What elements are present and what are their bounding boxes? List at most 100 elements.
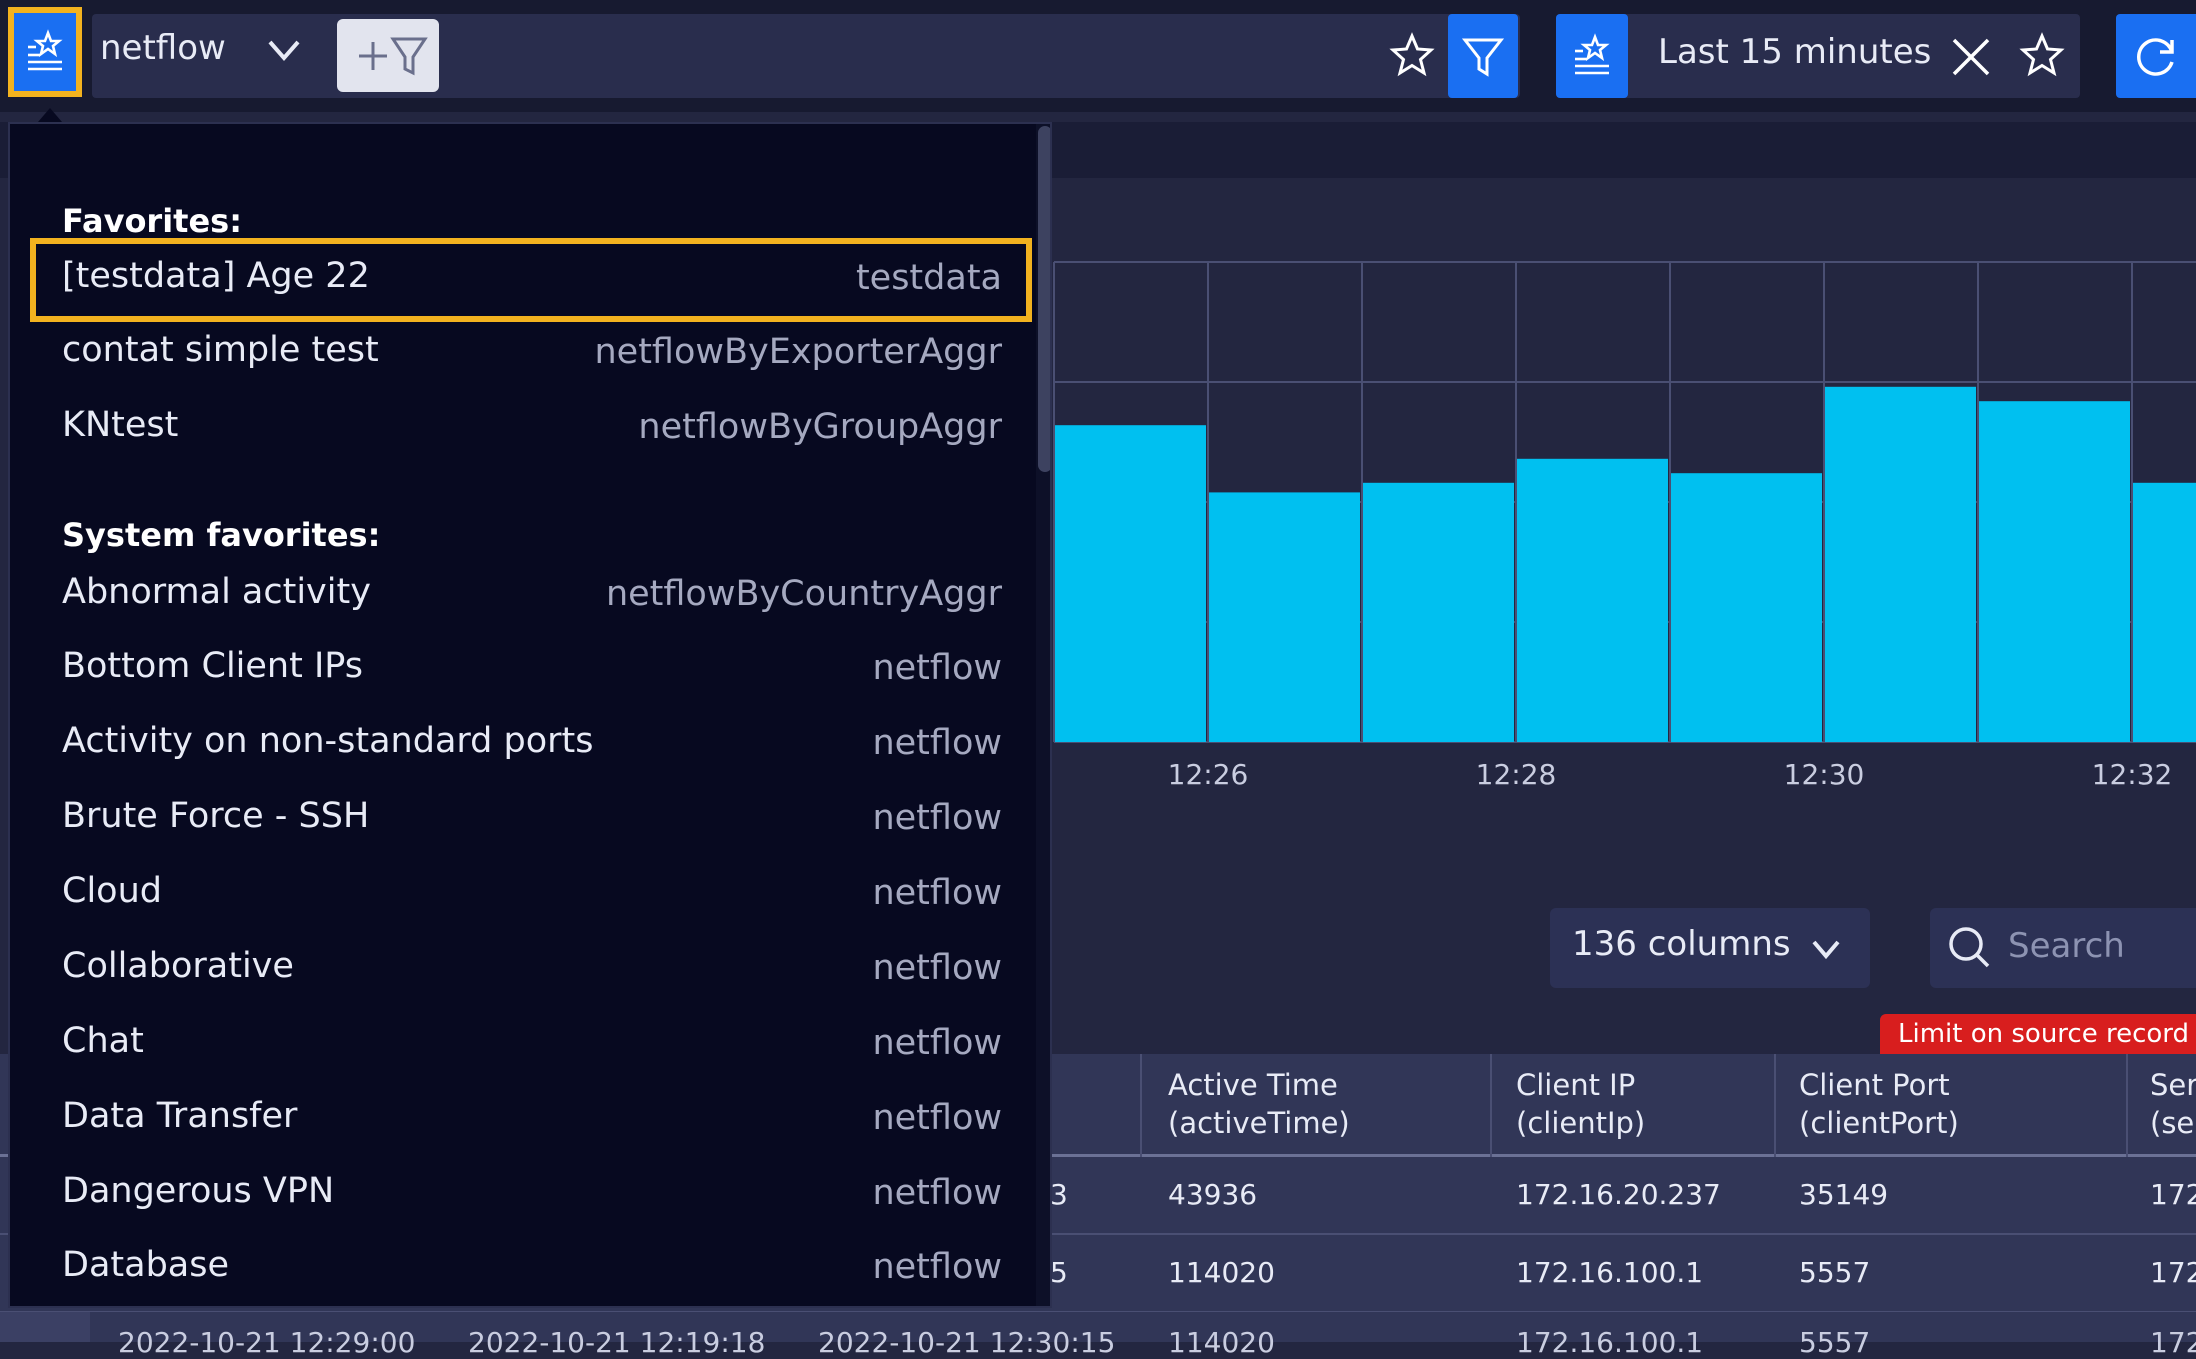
table-cell: 5557	[1799, 1256, 1871, 1289]
favorite-item[interactable]: contat simple test netflowByExporterAggr	[36, 318, 1026, 390]
add-filter-button[interactable]	[337, 19, 439, 92]
search-icon	[1949, 927, 1990, 968]
system-favorite-item[interactable]: Activity on non-standard ports netflow	[36, 709, 1026, 781]
favorite-source: netflow	[872, 798, 1002, 838]
row-expand-cell[interactable]	[0, 1312, 90, 1342]
favorite-item[interactable]: KNtest netflowByGroupAggr	[36, 393, 1026, 465]
column-header-field: (activeTime)	[1168, 1106, 1350, 1140]
system-favorite-item[interactable]: Dangerous VPN netflow	[36, 1159, 1026, 1231]
favorites-section-title: Favorites:	[62, 202, 243, 240]
refresh-button[interactable]	[2116, 14, 2196, 98]
favorite-name: Chat	[62, 1021, 144, 1061]
favorite-source: netflow	[872, 1173, 1002, 1213]
add-filter-icon	[359, 37, 428, 75]
dropdown-pointer	[38, 108, 62, 122]
histogram-bar[interactable]	[1055, 425, 1206, 742]
table-cell: 172.	[2150, 1256, 2196, 1289]
system-favorite-item[interactable]: Brute Force - SSH netflow	[36, 784, 1026, 856]
column-header-name: Active Time	[1168, 1068, 1338, 1102]
favorite-name: Abnormal activity	[62, 572, 371, 612]
time-favorites-button[interactable]	[1556, 14, 1628, 98]
favorite-name: Activity on non-standard ports	[62, 721, 594, 761]
favorite-source: netflow	[872, 1098, 1002, 1138]
table-cell: 114020	[1168, 1256, 1275, 1289]
favorite-source: netflow	[872, 723, 1002, 763]
histogram-bar[interactable]	[1671, 473, 1822, 742]
columns-select-label[interactable]: 136 columns	[1572, 924, 1791, 964]
histogram-bar[interactable]	[1517, 458, 1668, 742]
column-header-name: Client Port	[1799, 1068, 1950, 1102]
favorites-list-icon	[28, 29, 63, 71]
histogram-bar[interactable]	[1979, 401, 2130, 742]
histogram-bar[interactable]	[1209, 492, 1360, 742]
column-header-client-ip[interactable]: Client IP (clientIp)	[1516, 1066, 1645, 1142]
x-tick-label: 12:30	[1784, 758, 1865, 791]
column-header-name: Ser	[2150, 1068, 2196, 1102]
table-cell: 35149	[1799, 1178, 1889, 1211]
table-cell: 2022-10-21 12:19:18	[468, 1326, 766, 1359]
favorite-source: netflowByCountryAggr	[605, 574, 1002, 614]
histogram-bar[interactable]	[1825, 386, 1976, 742]
close-icon[interactable]	[1950, 36, 1992, 78]
table-cell: 5	[1050, 1256, 1068, 1289]
favorite-name: Dangerous VPN	[62, 1171, 335, 1211]
table-cell: 172.16.100.1	[1516, 1326, 1704, 1359]
limit-warning-badge: Limit on source record	[1880, 1014, 2196, 1054]
favorites-toggle-button[interactable]	[8, 7, 82, 97]
chevron-down-icon[interactable]	[1808, 936, 1844, 964]
filter-icon	[1461, 38, 1505, 77]
column-header-field: (ser	[2150, 1106, 2196, 1140]
system-favorite-item[interactable]: Chat netflow	[36, 1009, 1026, 1081]
favorite-name: contat simple test	[62, 330, 379, 370]
refresh-icon	[2137, 38, 2174, 76]
chevron-down-icon[interactable]	[262, 36, 306, 66]
time-range-label[interactable]: Last 15 minutes	[1658, 32, 1931, 72]
table-cell: 43936	[1168, 1178, 1258, 1211]
favorites-list-icon	[1575, 33, 1610, 75]
favorite-source: netflow	[872, 648, 1002, 688]
column-header-client-port[interactable]: Client Port (clientPort)	[1799, 1066, 1959, 1142]
table-cell: 172.	[2150, 1178, 2196, 1211]
favorite-name: Database	[62, 1245, 230, 1285]
favorite-source: netflowByExporterAggr	[594, 332, 1002, 372]
histogram-bar[interactable]	[2133, 482, 2196, 742]
favorite-name: Cloud	[62, 871, 162, 911]
favorite-source: netflow	[872, 1247, 1002, 1287]
table-cell: 5557	[1799, 1326, 1871, 1359]
table-cell: 172.16.20.237	[1516, 1178, 1721, 1211]
table-cell: 172.	[2150, 1326, 2196, 1359]
star-icon[interactable]	[2018, 32, 2066, 80]
system-favorite-item[interactable]: Abnormal activity netflowByCountryAggr	[36, 560, 1026, 632]
system-favorite-item[interactable]: Database netflow	[36, 1233, 1026, 1305]
favorite-name: Bottom Client IPs	[62, 646, 364, 686]
table-cell: 3	[1050, 1178, 1068, 1211]
column-header-field: (clientPort)	[1799, 1106, 1959, 1140]
star-icon[interactable]	[1388, 32, 1436, 80]
system-favorite-item[interactable]: Data Transfer netflow	[36, 1084, 1026, 1156]
favorite-name: [testdata] Age 22	[62, 256, 370, 296]
favorite-name: Collaborative	[62, 946, 294, 986]
apply-filter-button[interactable]	[1448, 14, 1518, 98]
column-header-server[interactable]: Ser (ser	[2150, 1066, 2196, 1142]
search-input[interactable]: Search	[2008, 926, 2125, 966]
column-header-name: Client IP	[1516, 1068, 1636, 1102]
favorite-name: Brute Force - SSH	[62, 796, 370, 836]
favorite-name: Data Transfer	[62, 1096, 298, 1136]
query-bar[interactable]	[92, 14, 1520, 98]
index-pattern-name[interactable]: netflow	[100, 28, 226, 68]
histogram-bar[interactable]	[1363, 482, 1514, 742]
system-favorite-item[interactable]: Cloud netflow	[36, 859, 1026, 931]
favorites-dropdown: Favorites: [testdata] Age 22 testdata co…	[8, 122, 1052, 1308]
column-header-active-time[interactable]: Active Time (activeTime)	[1168, 1066, 1350, 1142]
favorite-source: netflowByGroupAggr	[638, 407, 1002, 447]
scrollbar-thumb[interactable]	[1038, 126, 1050, 472]
favorite-item[interactable]: [testdata] Age 22 testdata	[30, 238, 1032, 322]
system-favorite-item[interactable]: Collaborative netflow	[36, 934, 1026, 1006]
x-tick-label: 12:28	[1476, 758, 1557, 791]
x-tick-label: 12:32	[2092, 758, 2173, 791]
column-header-field: (clientIp)	[1516, 1106, 1646, 1140]
system-favorites-section-title: System favorites:	[62, 516, 381, 554]
favorite-source: netflow	[872, 1023, 1002, 1063]
system-favorite-item[interactable]: Bottom Client IPs netflow	[36, 634, 1026, 706]
favorite-source: netflow	[872, 873, 1002, 913]
